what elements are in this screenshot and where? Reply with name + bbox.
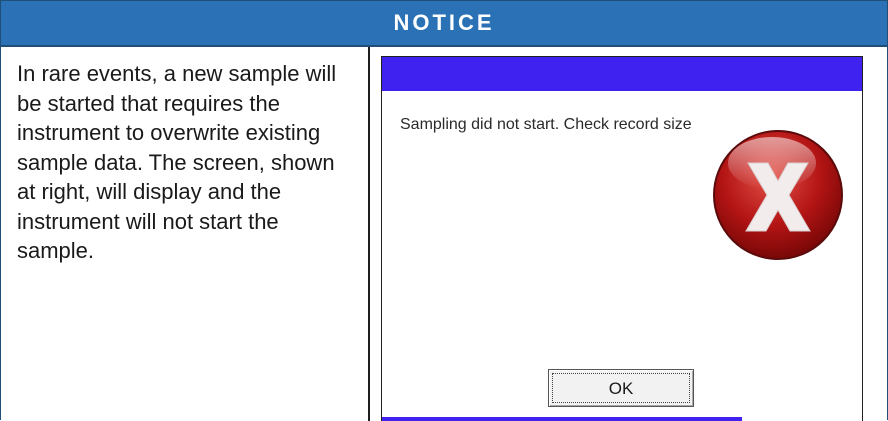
dialog-bottom-bar <box>382 417 742 421</box>
notice-box: NOTICE In rare events, a new sample will… <box>0 0 888 421</box>
notice-title: NOTICE <box>1 1 887 47</box>
ok-button[interactable]: OK <box>548 369 694 407</box>
error-dialog-screenshot: Sampling did not start. Check record siz… <box>381 56 863 421</box>
dialog-titlebar <box>382 57 862 91</box>
dialog-message: Sampling did not start. Check record siz… <box>400 116 692 133</box>
column-divider <box>368 47 370 421</box>
notice-body: In rare events, a new sample will be sta… <box>17 61 337 263</box>
error-x-icon <box>713 130 843 260</box>
